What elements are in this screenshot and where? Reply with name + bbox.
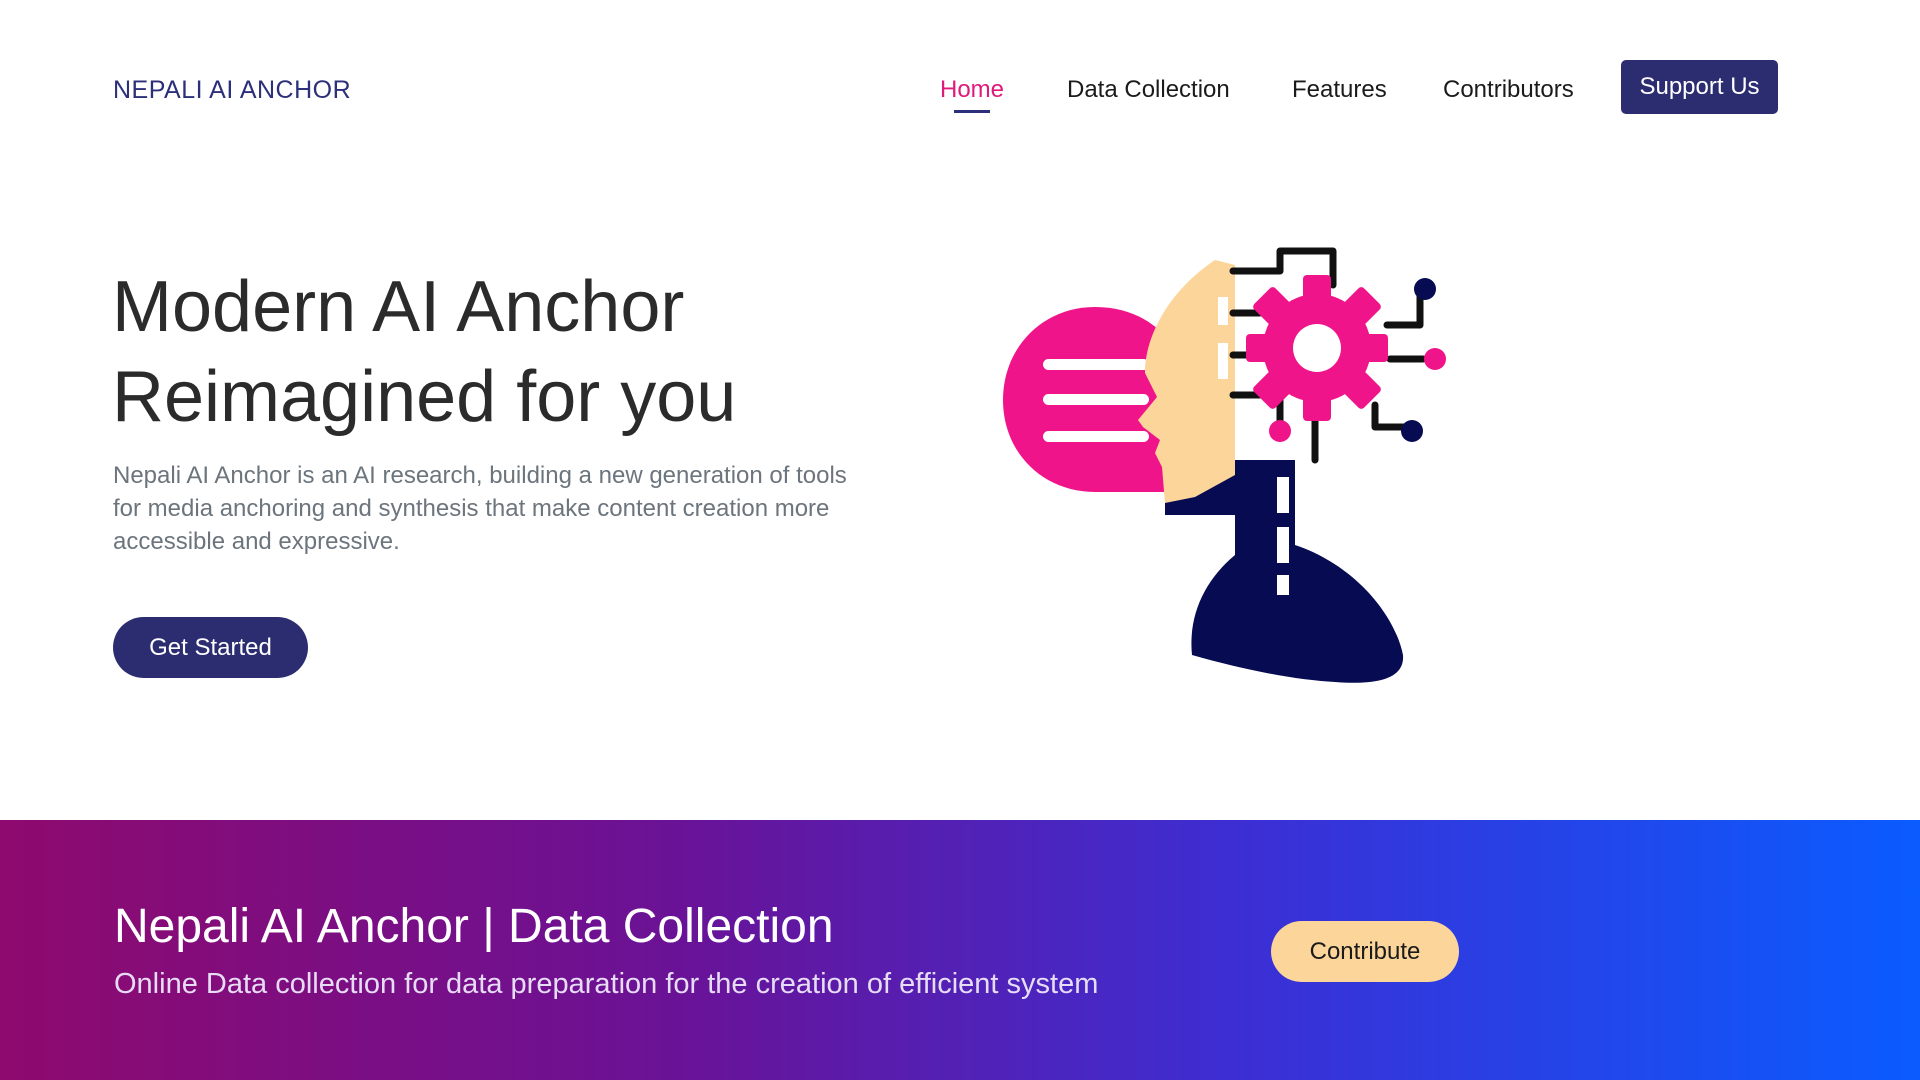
nav-home[interactable]: Home bbox=[940, 76, 1004, 104]
main-nav: Home Data Collection Features Contributo… bbox=[0, 0, 1920, 180]
hero-title-line-1: Modern AI Anchor bbox=[112, 267, 685, 347]
hero-title-line-2: Reimagined for you bbox=[112, 357, 737, 437]
banner-subtitle: Online Data collection for data preparat… bbox=[114, 968, 1099, 1000]
ai-head-gear-chat-illustration bbox=[1003, 247, 1446, 683]
support-us-button[interactable]: Support Us bbox=[1621, 60, 1778, 114]
get-started-button[interactable]: Get Started bbox=[113, 617, 308, 678]
nav-data-collection[interactable]: Data Collection bbox=[1067, 76, 1230, 104]
nav-contributors[interactable]: Contributors bbox=[1443, 76, 1574, 104]
hero-title: Modern AI Anchor Reimagined for you bbox=[112, 262, 912, 442]
data-collection-banner: Nepali AI Anchor | Data Collection Onlin… bbox=[0, 820, 1920, 1080]
site-header: NEPALI AI ANCHOR Home Data Collection Fe… bbox=[0, 0, 1920, 180]
nav-features[interactable]: Features bbox=[1292, 76, 1387, 104]
contribute-button[interactable]: Contribute bbox=[1271, 921, 1459, 982]
hero-description: Nepali AI Anchor is an AI research, buil… bbox=[113, 462, 847, 555]
banner-title: Nepali AI Anchor | Data Collection bbox=[114, 900, 834, 953]
nav-active-indicator bbox=[954, 110, 990, 113]
gear-icon bbox=[1246, 275, 1388, 421]
